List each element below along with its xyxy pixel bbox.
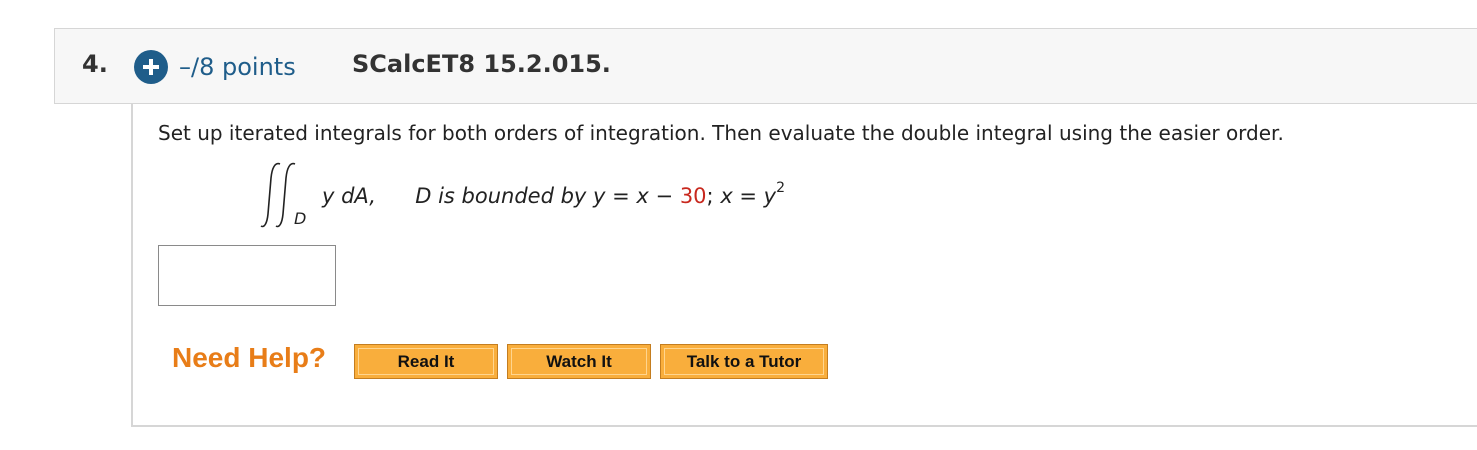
integrand: y dA, bbox=[322, 184, 376, 208]
equation-separator: ; bbox=[706, 184, 714, 208]
points-label[interactable]: –/8 points bbox=[179, 53, 296, 81]
region-prefix: D is bounded by bbox=[415, 184, 587, 208]
equation-1-value: 30 bbox=[679, 184, 707, 208]
talk-to-tutor-button[interactable]: Talk to a Tutor bbox=[660, 344, 828, 379]
read-it-label[interactable]: Read It bbox=[358, 348, 494, 375]
watch-it-button[interactable]: Watch It bbox=[507, 344, 651, 379]
question-number: 4. bbox=[82, 50, 108, 78]
talk-to-tutor-label[interactable]: Talk to a Tutor bbox=[664, 348, 824, 375]
integral-subscript: D bbox=[294, 209, 306, 228]
problem-instructions: Set up iterated integrals for both order… bbox=[158, 121, 1284, 145]
answer-input[interactable] bbox=[158, 245, 336, 306]
need-help-label: Need Help? bbox=[172, 342, 327, 373]
plus-circle-icon[interactable] bbox=[134, 50, 168, 84]
watch-it-label[interactable]: Watch It bbox=[511, 348, 647, 375]
equation-2-lhs: x = y bbox=[720, 184, 777, 208]
problem-id: SCalcET8 15.2.015. bbox=[352, 50, 611, 78]
math-expression: D y dA, D is bounded by y = x − 30; x = … bbox=[258, 158, 898, 236]
points-toggle[interactable]: –/8 points bbox=[134, 50, 296, 84]
equation-1-lhs: y = x − bbox=[593, 184, 674, 208]
read-it-button[interactable]: Read It bbox=[354, 344, 498, 379]
equation-2-exponent: 2 bbox=[776, 180, 786, 196]
double-integral-icon: D bbox=[260, 162, 306, 228]
